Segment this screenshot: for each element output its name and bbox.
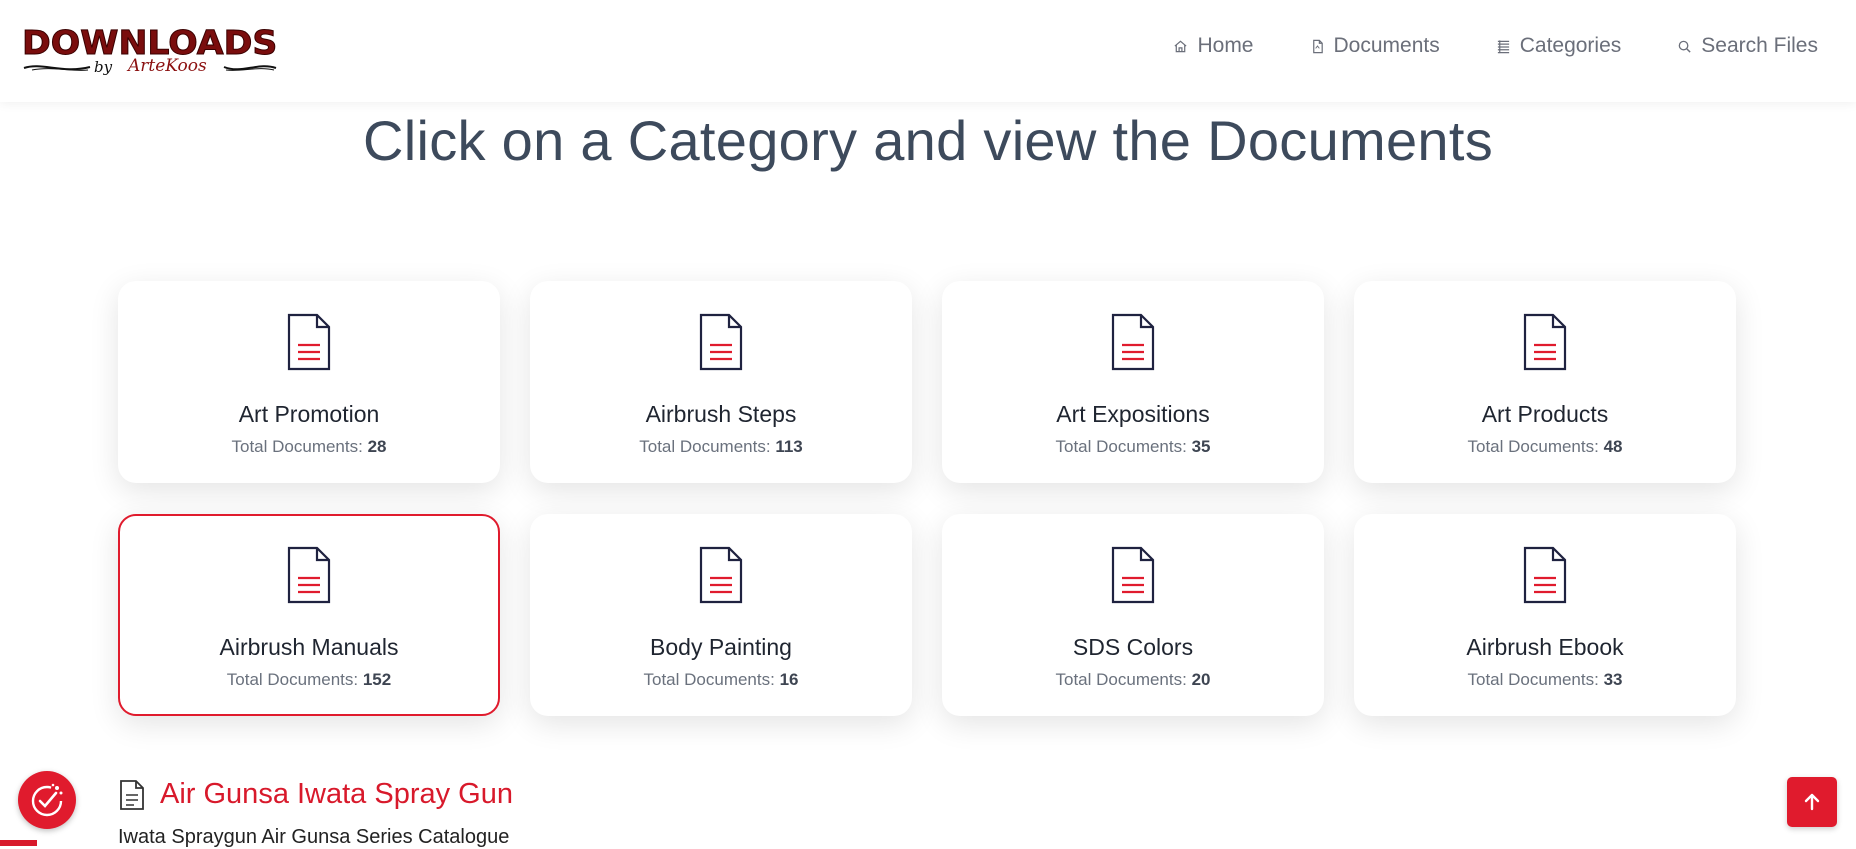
category-card-selected[interactable]: Airbrush Manuals Total Documents: 152 [118,514,500,716]
category-count: Total Documents: 20 [944,670,1322,690]
document-icon [287,546,331,604]
logo-swirl-left-icon [23,65,91,71]
category-count: Total Documents: 152 [120,670,498,690]
category-count: Total Documents: 113 [532,437,910,457]
document-title-link[interactable]: Air Gunsa Iwata Spray Gun [160,778,513,811]
category-title: Airbrush Manuals [219,634,399,660]
nav-label-home: Home [1197,34,1254,57]
search-icon [1678,40,1691,53]
nav-item-categories[interactable]: Categories [1496,34,1622,58]
category-title: Body Painting [650,634,792,660]
logo-swirl-right-icon [223,65,277,71]
list-icon [1497,39,1509,53]
arrow-up-icon [1804,793,1820,811]
document-outline-icon [120,779,144,810]
main-nav: Home Documents Categories Search Files [1173,34,1818,58]
bottom-accent-strip [0,840,37,846]
count-value: 33 [1603,670,1623,689]
site-header: DOWNLOADS by ArteKoos Home Documents Cat… [0,0,1856,102]
nav-item-search[interactable]: Search Files [1677,34,1818,58]
category-title: Art Promotion [238,401,380,427]
count-value: 113 [775,437,803,456]
category-title: Art Expositions [1056,401,1210,427]
nav-label-categories: Categories [1519,34,1622,57]
document-icon [699,313,743,371]
category-title: Art Products [1481,401,1609,427]
nav-item-documents[interactable]: Documents [1310,34,1440,58]
category-count: Total Documents: 33 [1356,670,1734,690]
count-label: Total Documents: [231,437,363,456]
home-icon [1174,40,1187,52]
nav-label-search: Search Files [1701,34,1818,57]
document-icon [1111,313,1155,371]
category-count: Total Documents: 28 [120,437,498,457]
document-icon [1523,546,1567,604]
cookie-settings-icon [31,783,63,817]
count-value: 20 [1191,670,1211,689]
count-label: Total Documents: [1467,437,1599,456]
count-value: 35 [1191,437,1211,456]
count-value: 28 [367,437,387,456]
category-count: Total Documents: 16 [532,670,910,690]
document-entry: Air Gunsa Iwata Spray Gun [118,778,513,811]
category-card[interactable]: Airbrush Ebook Total Documents: 33 [1354,514,1736,716]
count-value: 48 [1603,437,1623,456]
count-value: 16 [779,670,799,689]
category-count: Total Documents: 48 [1356,437,1734,457]
count-label: Total Documents: [639,437,771,456]
category-card[interactable]: Art Products Total Documents: 48 [1354,281,1736,483]
nav-item-home[interactable]: Home [1173,34,1254,58]
category-card[interactable]: Art Expositions Total Documents: 35 [942,281,1324,483]
category-title: Airbrush Steps [645,401,797,427]
count-label: Total Documents: [1055,670,1187,689]
site-logo[interactable]: DOWNLOADS by ArteKoos [21,25,278,78]
count-value: 152 [362,670,392,689]
count-label: Total Documents: [643,670,775,689]
nav-label-documents: Documents [1333,34,1440,57]
category-card[interactable]: Body Painting Total Documents: 16 [530,514,912,716]
category-grid: Art Promotion Total Documents: 28 Airbru… [118,281,1736,716]
count-label: Total Documents: [1055,437,1187,456]
category-card[interactable]: Airbrush Steps Total Documents: 113 [530,281,912,483]
logo-main-text: DOWNLOADS [21,23,278,62]
page-title: Click on a Category and view the Documen… [362,109,1494,172]
document-icon [699,546,743,604]
document-icon [1111,546,1155,604]
count-label: Total Documents: [226,670,359,689]
scroll-to-top-button[interactable] [1787,777,1837,827]
logo-subline: by ArteKoos [22,56,278,78]
document-icon [287,313,331,371]
logo-by-text: by [94,58,113,76]
document-icon [1523,313,1567,371]
category-card[interactable]: SDS Colors Total Documents: 20 [942,514,1324,716]
count-label: Total Documents: [1467,670,1599,689]
category-card[interactable]: Art Promotion Total Documents: 28 [118,281,500,483]
category-count: Total Documents: 35 [944,437,1322,457]
logo-name-text: ArteKoos [128,56,207,76]
cookie-settings-button[interactable] [18,771,76,829]
category-title: Airbrush Ebook [1466,634,1624,660]
file-icon [1312,39,1323,53]
category-title: SDS Colors [1072,634,1194,660]
